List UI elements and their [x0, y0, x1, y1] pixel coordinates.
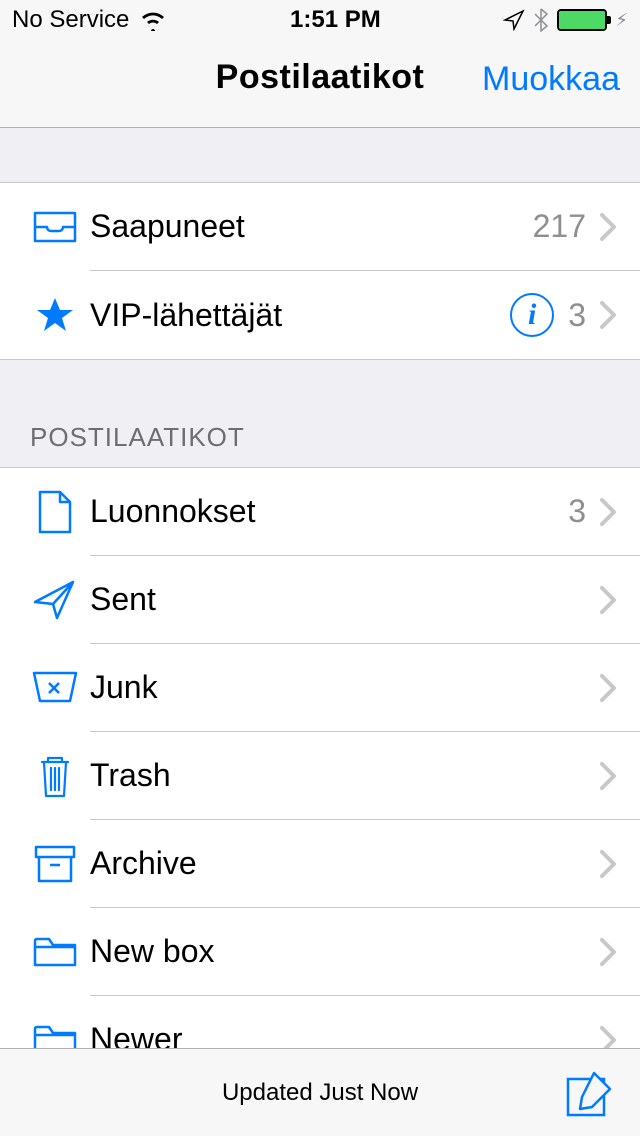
- location-icon: [503, 9, 525, 31]
- toolbar: Updated Just Now: [0, 1048, 640, 1136]
- folder-icon: [20, 935, 90, 969]
- mailbox-drafts[interactable]: Luonnokset 3: [0, 468, 640, 556]
- mailbox-label: Luonnokset: [90, 493, 568, 530]
- smart-mailboxes-list: Saapuneet 217 VIP-lähettäjät i 3: [0, 183, 640, 360]
- chevron-right-icon: [596, 213, 620, 241]
- star-icon: [20, 295, 90, 335]
- mailbox-folder[interactable]: New box: [0, 908, 640, 996]
- chevron-right-icon: [596, 762, 620, 790]
- chevron-right-icon: [596, 938, 620, 966]
- mailbox-label: Sent: [90, 581, 596, 618]
- mailbox-count: 3: [568, 297, 586, 334]
- mailbox-trash[interactable]: Trash: [0, 732, 640, 820]
- drafts-icon: [20, 490, 90, 534]
- section-header: POSTILAATIKOT: [0, 360, 640, 468]
- chevron-right-icon: [596, 850, 620, 878]
- junk-icon: [20, 671, 90, 705]
- chevron-right-icon: [596, 301, 620, 329]
- mailbox-label: VIP-lähettäjät: [90, 297, 510, 334]
- chevron-right-icon: [596, 674, 620, 702]
- mailbox-label: Saapuneet: [90, 208, 533, 245]
- battery-icon: [557, 9, 607, 31]
- sync-status: Updated Just Now: [222, 1079, 418, 1107]
- mailbox-sent[interactable]: Sent: [0, 556, 640, 644]
- info-button[interactable]: i: [510, 293, 554, 337]
- mailbox-count: 3: [568, 493, 586, 530]
- mailbox-label: Junk: [90, 669, 596, 706]
- mailbox-vip[interactable]: VIP-lähettäjät i 3: [0, 271, 640, 359]
- chevron-right-icon: [596, 586, 620, 614]
- carrier-text: No Service: [12, 6, 129, 34]
- sent-icon: [20, 578, 90, 622]
- compose-button[interactable]: [562, 1067, 614, 1119]
- chevron-right-icon: [596, 498, 620, 526]
- status-bar: No Service 1:51 PM ⚡︎: [0, 0, 640, 40]
- edit-button[interactable]: Muokkaa: [482, 60, 620, 99]
- mailbox-count: 217: [533, 208, 586, 245]
- section-spacer: [0, 128, 640, 183]
- bluetooth-icon: [533, 8, 549, 32]
- mailbox-archive[interactable]: Archive: [0, 820, 640, 908]
- clock: 1:51 PM: [290, 6, 381, 34]
- trash-icon: [20, 754, 90, 798]
- status-right: ⚡︎: [503, 8, 628, 32]
- charging-icon: ⚡︎: [615, 10, 628, 31]
- mailbox-label: Archive: [90, 845, 596, 882]
- mailbox-label: Trash: [90, 757, 596, 794]
- wifi-icon: [139, 9, 167, 31]
- nav-bar: Postilaatikot Muokkaa: [0, 40, 640, 128]
- account-mailboxes-list: Luonnokset 3 Sent Junk: [0, 468, 640, 1084]
- inbox-icon: [20, 211, 90, 243]
- mailbox-inbox[interactable]: Saapuneet 217: [0, 183, 640, 271]
- status-left: No Service: [12, 6, 167, 34]
- archive-icon: [20, 845, 90, 883]
- mailbox-label: New box: [90, 933, 596, 970]
- mailbox-junk[interactable]: Junk: [0, 644, 640, 732]
